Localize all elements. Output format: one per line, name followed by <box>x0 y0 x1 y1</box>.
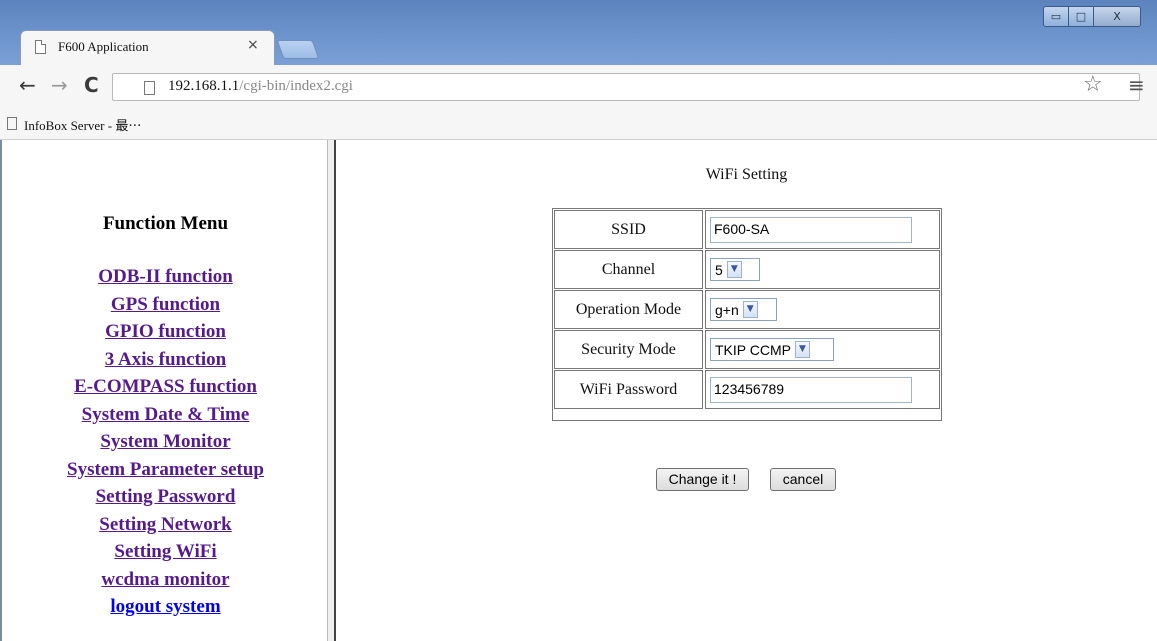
menu-link-gpio[interactable]: GPIO function <box>2 318 329 346</box>
ssid-cell: F600-SA <box>705 210 940 249</box>
menu-link-system-monitor[interactable]: System Monitor <box>2 428 329 456</box>
password-cell: 123456789 <box>705 370 940 409</box>
channel-value: 5 <box>715 261 723 278</box>
security-mode-select[interactable]: TKIP CCMP ▼ <box>710 338 834 361</box>
operation-mode-cell: g+n ▼ <box>705 290 940 329</box>
menu-list: ODB-II function GPS function GPIO functi… <box>2 263 329 621</box>
frame-divider[interactable] <box>327 140 336 641</box>
channel-row: Channel 5 ▼ <box>554 250 940 289</box>
page-title: WiFi Setting <box>705 166 788 183</box>
menu-link-odb[interactable]: ODB-II function <box>2 263 329 291</box>
chevron-down-icon: ▼ <box>742 301 758 318</box>
menu-link-ecompass[interactable]: E-COMPASS function <box>2 373 329 401</box>
menu-link-setting-password[interactable]: Setting Password <box>2 483 329 511</box>
menu-link-setting-wifi[interactable]: Setting WiFi <box>2 538 329 566</box>
chevron-down-icon: ▼ <box>726 261 742 278</box>
wifi-settings-table: SSID F600-SA Channel 5 ▼ Operation Mode … <box>552 208 942 421</box>
channel-label: Channel <box>554 250 703 289</box>
menu-link-date-time[interactable]: System Date & Time <box>2 401 329 429</box>
menu-link-gps[interactable]: GPS function <box>2 291 329 319</box>
bookmark-star-icon[interactable]: ☆ <box>1083 73 1103 97</box>
operation-mode-value: g+n <box>715 301 739 318</box>
url-host: 192.168.1.1 <box>168 78 240 94</box>
operation-mode-row: Operation Mode g+n ▼ <box>554 290 940 329</box>
maximize-button[interactable]: □ <box>1068 6 1094 27</box>
browser-tab[interactable]: F600 Application × <box>20 30 275 65</box>
menu-link-logout[interactable]: logout system <box>2 593 329 621</box>
security-mode-cell: TKIP CCMP ▼ <box>705 330 940 369</box>
security-mode-row: Security Mode TKIP CCMP ▼ <box>554 330 940 369</box>
forward-arrow-icon[interactable]: → <box>51 74 68 96</box>
channel-cell: 5 ▼ <box>705 250 940 289</box>
operation-mode-label: Operation Mode <box>554 290 703 329</box>
minimize-button[interactable]: ▭ <box>1043 6 1069 27</box>
menu-link-3axis[interactable]: 3 Axis function <box>2 346 329 374</box>
ssid-input[interactable]: F600-SA <box>710 216 912 243</box>
bookmarks-bar: InfoBox Server - 最⋯ <box>0 107 1157 140</box>
bookmark-item[interactable]: InfoBox Server - 最⋯ <box>24 115 141 134</box>
tab-close-icon[interactable]: × <box>247 37 259 53</box>
content-frame: WiFi Setting SSID F600-SA Channel 5 ▼ Op… <box>336 140 1157 641</box>
ssid-row: SSID F600-SA <box>554 210 940 249</box>
address-bar[interactable]: 192.168.1.1/cgi-bin/index2.cgi <box>112 73 1140 101</box>
chevron-down-icon: ▼ <box>794 341 810 358</box>
url-path: /cgi-bin/index2.cgi <box>239 78 353 94</box>
menu-frame: Function Menu ODB-II function GPS functi… <box>0 140 327 641</box>
operation-mode-select[interactable]: g+n ▼ <box>710 298 777 321</box>
bookmark-page-icon <box>7 117 17 130</box>
security-mode-value: TKIP CCMP <box>715 341 791 358</box>
password-label: WiFi Password <box>554 370 703 409</box>
back-arrow-icon[interactable]: ← <box>19 74 36 96</box>
menu-link-parameter-setup[interactable]: System Parameter setup <box>2 456 329 484</box>
change-button[interactable]: Change it ! <box>656 468 749 491</box>
menu-link-wcdma-monitor[interactable]: wcdma monitor <box>2 566 329 594</box>
browser-titlebar: F600 Application × ▭ □ X <box>0 0 1157 65</box>
close-window-button[interactable]: X <box>1093 6 1141 27</box>
page-icon <box>144 81 155 95</box>
browser-toolbar: ← → C 192.168.1.1/cgi-bin/index2.cgi ☆ ≡ <box>0 65 1157 107</box>
document-icon <box>35 40 46 54</box>
tab-title: F600 Application <box>58 39 149 54</box>
new-tab-button[interactable] <box>276 40 320 59</box>
menu-title: Function Menu <box>102 213 229 234</box>
channel-select[interactable]: 5 ▼ <box>710 258 760 281</box>
ssid-label: SSID <box>554 210 703 249</box>
hamburger-menu-icon[interactable]: ≡ <box>1128 74 1145 96</box>
cancel-button[interactable]: cancel <box>770 468 836 491</box>
security-mode-label: Security Mode <box>554 330 703 369</box>
reload-icon[interactable]: C <box>84 74 99 96</box>
password-input[interactable]: 123456789 <box>710 376 912 403</box>
password-row: WiFi Password 123456789 <box>554 370 940 409</box>
url-text: 192.168.1.1/cgi-bin/index2.cgi <box>168 78 353 95</box>
menu-link-setting-network[interactable]: Setting Network <box>2 511 329 539</box>
